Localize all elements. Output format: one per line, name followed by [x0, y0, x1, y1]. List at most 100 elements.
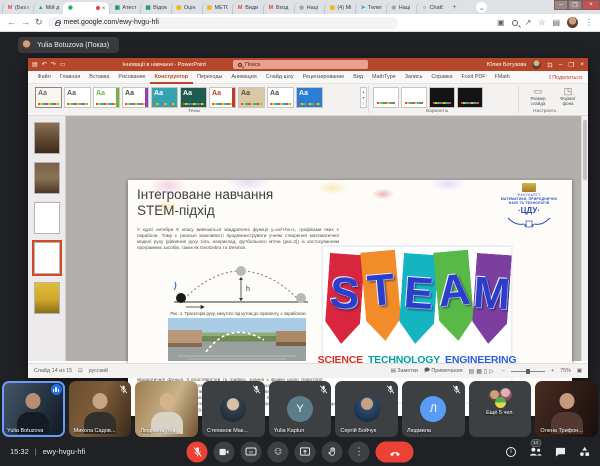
- bookmark-star-icon[interactable]: ☆: [538, 18, 545, 27]
- ppt-restore-button[interactable]: ❐: [568, 61, 574, 69]
- theme-thumbnail[interactable]: Аа: [296, 87, 323, 108]
- slide-thumbnail[interactable]: [34, 162, 60, 194]
- ribbon-tab[interactable]: Конструктор: [150, 71, 193, 84]
- browser-tab[interactable]: ◉ Наці ×: [386, 2, 417, 14]
- mic-off-button[interactable]: [187, 441, 208, 462]
- participant-tile[interactable]: Олена Трифон...: [535, 381, 598, 437]
- variant-thumbnail[interactable]: [457, 87, 483, 108]
- ribbon-tab[interactable]: Foxit PDF: [457, 71, 490, 84]
- ribbon-tab[interactable]: Переходы: [193, 71, 227, 84]
- people-button[interactable]: 14: [529, 446, 542, 457]
- new-tab-button[interactable]: +: [449, 2, 460, 13]
- slide-size-button[interactable]: ▭Размер слайда: [525, 86, 551, 106]
- trajectory-photo[interactable]: [168, 318, 306, 361]
- browser-tab[interactable]: ▦ (4) Мі ×: [324, 2, 355, 14]
- slide-paragraph-1[interactable]: У курсі алгебри 9 класу вивчаються квадр…: [137, 227, 339, 251]
- ribbon-display-icon[interactable]: ⊡: [547, 61, 552, 69]
- ribbon-tab[interactable]: Главная: [55, 71, 85, 84]
- tab-close-icon[interactable]: ×: [102, 5, 106, 12]
- share-icon[interactable]: ↗: [525, 18, 532, 27]
- theme-thumbnail[interactable]: Аа: [35, 87, 62, 108]
- back-icon[interactable]: ←: [7, 18, 16, 27]
- fit-slide-icon[interactable]: ▣: [577, 368, 582, 374]
- share-button[interactable]: ⇪ Поделиться: [548, 71, 582, 84]
- ribbon-tab[interactable]: Справка: [427, 71, 457, 84]
- present-button[interactable]: [295, 441, 316, 462]
- browser-tab[interactable]: M Вход ×: [263, 2, 294, 14]
- ribbon-tab[interactable]: Рисование: [114, 71, 150, 84]
- accessibility-icon[interactable]: ⊡: [78, 368, 83, 374]
- browser-menu-icon[interactable]: ⋮: [585, 18, 593, 27]
- redo-icon[interactable]: ↷: [51, 61, 56, 68]
- participant-tile[interactable]: Y Yulia Ka: [269, 381, 332, 437]
- ribbon-tab[interactable]: Анимация: [227, 71, 261, 84]
- media-control-icon[interactable]: ▣: [497, 18, 505, 27]
- browser-tab[interactable]: ▦ Оцін ×: [171, 2, 202, 14]
- ribbon-tab[interactable]: FMath: [490, 71, 514, 84]
- faculty-emblem[interactable]: ФАКУЛЬТЕТ МАТЕМАТИКИ, ПРИРОДНИЧИХ НАУК Т…: [490, 182, 568, 244]
- participant-tile[interactable]: Микола Садов...: [69, 381, 132, 437]
- theme-thumbnail[interactable]: Аа: [151, 87, 178, 108]
- captions-button[interactable]: cc: [241, 441, 262, 462]
- window-maximize-button[interactable]: ❐: [568, 0, 582, 10]
- zoom-out-button[interactable]: −: [502, 368, 505, 374]
- ribbon-tab[interactable]: Вставка: [85, 71, 114, 84]
- ribbon-tab[interactable]: Слайд-шоу: [261, 71, 298, 84]
- browser-tab[interactable]: ◉ ×: [63, 2, 109, 14]
- steam-poster[interactable]: S T E: [322, 246, 512, 403]
- slide-thumbnail[interactable]: [34, 282, 60, 314]
- participant-tile[interactable]: Ещё 5 чел.: [469, 381, 532, 437]
- tab-search-chevron-icon[interactable]: ⌄: [476, 2, 487, 13]
- raise-hand-button[interactable]: [322, 441, 343, 462]
- side-panel-icon[interactable]: ▤: [552, 18, 560, 27]
- scrollbar-thumb[interactable]: [583, 120, 587, 180]
- slide-thumbnail[interactable]: [34, 242, 60, 274]
- variant-thumbnail[interactable]: [429, 87, 455, 108]
- browser-tab[interactable]: ▦ Атест ×: [109, 2, 140, 14]
- theme-thumbnail[interactable]: Аа: [267, 87, 294, 108]
- theme-thumbnail[interactable]: Аа: [122, 87, 149, 108]
- ppt-minimize-button[interactable]: –: [559, 61, 563, 68]
- theme-thumbnail[interactable]: Аа: [238, 87, 265, 108]
- browser-tab[interactable]: M (Без н ×: [2, 2, 33, 14]
- vertical-scrollbar[interactable]: [581, 116, 588, 361]
- zoom-slider[interactable]: [511, 371, 545, 372]
- comments-button[interactable]: 🗩 Примечания: [424, 367, 463, 376]
- reload-icon[interactable]: ↻: [35, 18, 43, 27]
- forward-icon[interactable]: →: [21, 18, 30, 27]
- participant-tile[interactable]: Степанов Мак...: [202, 381, 265, 437]
- browser-profile-avatar[interactable]: [567, 17, 578, 28]
- participant-tile[interactable]: Сергій Бойчук: [335, 381, 398, 437]
- zoom-icon[interactable]: [512, 20, 518, 26]
- notes-button[interactable]: ▤ Заметки: [391, 368, 418, 374]
- participant-tile[interactable]: Yulia Botuzova: [2, 381, 65, 437]
- theme-thumbnail[interactable]: Аа: [93, 87, 120, 108]
- variant-thumbnail[interactable]: [373, 87, 399, 108]
- ppt-close-button[interactable]: ×: [580, 61, 584, 68]
- trajectory-diagram[interactable]: h: [156, 262, 326, 310]
- variant-thumbnail[interactable]: [401, 87, 427, 108]
- browser-tab[interactable]: ○ ChatG ×: [416, 2, 447, 14]
- format-background-button[interactable]: ◳Формат фона: [555, 86, 581, 106]
- activities-button[interactable]: [579, 446, 590, 457]
- browser-tab[interactable]: ▦ МЕТО ×: [202, 2, 233, 14]
- zoom-percentage[interactable]: 75%: [560, 368, 571, 374]
- ribbon-tab[interactable]: Рецензирование: [298, 71, 349, 84]
- end-call-button[interactable]: [376, 441, 414, 462]
- chat-button[interactable]: [555, 447, 566, 457]
- view-mode-icons[interactable]: ▤▦▯▷: [469, 368, 496, 375]
- ribbon-tab[interactable]: Вид: [349, 71, 368, 84]
- reactions-button[interactable]: ☺: [268, 441, 289, 462]
- theme-thumbnail[interactable]: Аа: [64, 87, 91, 108]
- participant-tile[interactable]: Людмила Лев...: [135, 381, 198, 437]
- language-indicator[interactable]: русский: [89, 368, 108, 374]
- ppt-search-box[interactable]: Поиск: [233, 60, 368, 69]
- camera-button[interactable]: [214, 441, 235, 462]
- ribbon-tab[interactable]: Запись: [400, 71, 427, 84]
- save-icon[interactable]: ▤: [32, 61, 38, 68]
- account-avatar[interactable]: [532, 60, 541, 69]
- browser-tab[interactable]: ➤ Телег ×: [355, 2, 386, 14]
- slide-title[interactable]: Інтегроване навчання STEM-підхід: [137, 187, 397, 220]
- theme-thumbnail[interactable]: Аа: [209, 87, 236, 108]
- slide-thumbnail[interactable]: [34, 122, 60, 154]
